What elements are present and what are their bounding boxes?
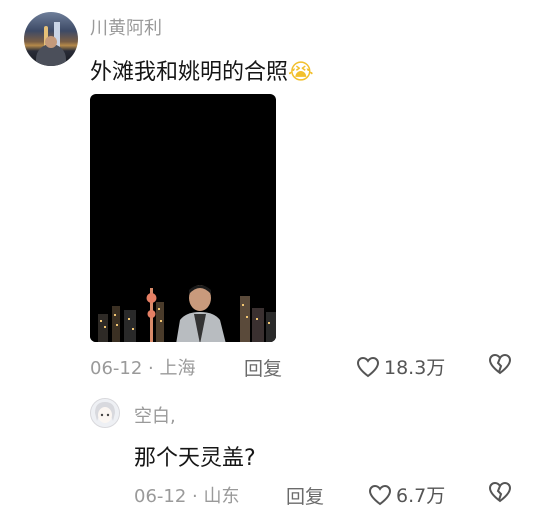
like-button[interactable]: 18.3万 [356, 353, 445, 380]
heart-outline-icon [356, 356, 380, 377]
comment-text-body: 外滩我和姚明的合照 [90, 60, 289, 85]
reply-dislike-button[interactable] [488, 481, 512, 507]
crying-emoji-icon: 😭 [288, 60, 314, 85]
broken-heart-outline-icon [488, 481, 512, 503]
comment-location: 上海 [159, 358, 196, 379]
city-skyline-night-image [90, 284, 276, 342]
reply-text: 那个天灵盖? [134, 446, 256, 471]
reply-button[interactable]: 回复 [244, 354, 282, 381]
like-count: 18.3万 [384, 357, 446, 379]
meta-separator: · [192, 486, 198, 507]
reply-location: 山东 [203, 486, 240, 507]
anime-avatar-image [91, 399, 119, 427]
reply-username[interactable]: 空白, [134, 402, 176, 428]
reply-reply-button[interactable]: 回复 [286, 482, 324, 509]
reply-avatar[interactable] [90, 398, 120, 428]
heart-outline-icon [368, 484, 392, 505]
reply-meta: 06-12 · 山东 [134, 482, 240, 508]
comment-meta: 06-12 · 上海 [90, 354, 196, 380]
reply-date: 06-12 [134, 486, 187, 507]
meta-separator: · [148, 358, 154, 379]
comment-username[interactable]: 川黄阿利 [90, 14, 162, 40]
reply-like-button[interactable]: 6.7万 [368, 481, 445, 508]
dislike-button[interactable] [488, 353, 512, 379]
avatar[interactable] [24, 12, 78, 66]
comment-text: 外滩我和姚明的合照😭 [90, 54, 314, 86]
comment-photo[interactable] [90, 94, 276, 342]
reply-like-count: 6.7万 [396, 485, 446, 507]
broken-heart-outline-icon [488, 353, 512, 375]
comment-date: 06-12 [90, 358, 143, 379]
